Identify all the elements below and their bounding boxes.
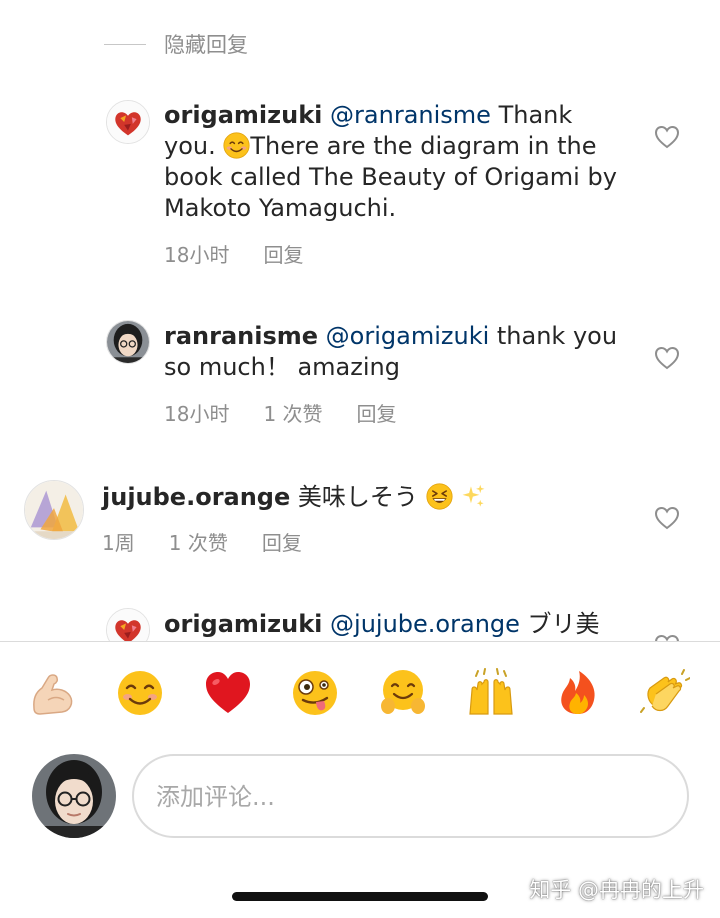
fire-icon[interactable] <box>553 668 603 718</box>
raising-hands-icon[interactable] <box>466 668 516 718</box>
comment-body: ブリ美 <box>519 610 600 638</box>
watermark: 知乎 @冉冉的上升 <box>529 878 704 902</box>
avatar[interactable] <box>106 608 150 642</box>
comment-mention[interactable]: @jujube.orange <box>330 610 520 638</box>
red-heart-icon[interactable] <box>203 668 253 718</box>
clapping-hands-icon[interactable] <box>640 668 690 718</box>
current-user-avatar <box>32 754 116 838</box>
origami-heart-avatar-icon <box>107 609 149 642</box>
comment-text: origamizuki @jujube.orange ブリ美 <box>164 609 624 640</box>
flexed-biceps-icon[interactable] <box>28 668 78 718</box>
comments-list: 隐藏回复 origamizuki @ranranisme Thank you. <box>0 0 720 642</box>
zany-face-icon[interactable] <box>290 668 340 718</box>
quick-emoji-bar <box>0 662 720 726</box>
reply-comment-origamizuki-partial: origamizuki @jujube.orange ブリ美 <box>0 0 720 642</box>
home-indicator <box>232 892 488 901</box>
comment-username[interactable]: origamizuki <box>164 610 322 638</box>
comment-input[interactable] <box>156 776 666 818</box>
smiling-face-icon[interactable] <box>115 668 165 718</box>
hugging-face-icon[interactable] <box>378 668 428 718</box>
person-avatar-icon <box>32 754 116 838</box>
comment-input-box[interactable] <box>132 754 689 838</box>
composer-divider <box>0 641 720 642</box>
